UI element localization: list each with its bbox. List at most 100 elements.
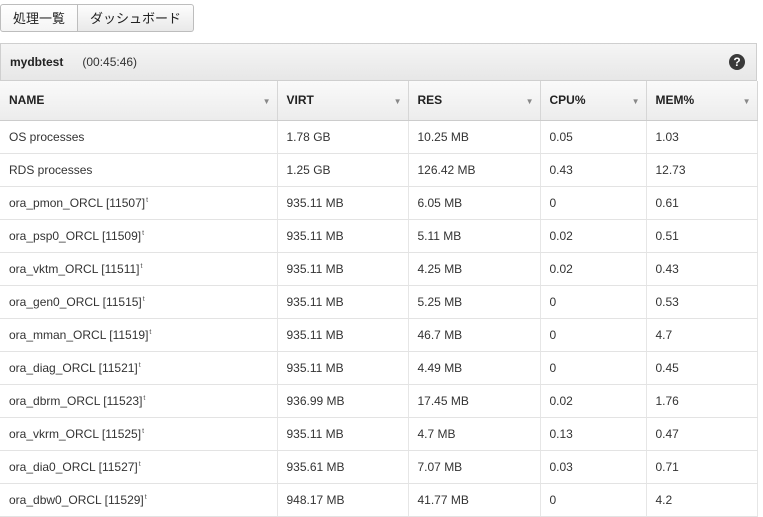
column-header-name[interactable]: NAME ▼ (0, 81, 278, 121)
column-header-mem[interactable]: MEM% ▼ (646, 81, 758, 121)
process-name-cell: ora_gen0_ORCL [11515]t (0, 285, 278, 319)
virt-cell: 935.61 MB (277, 450, 409, 484)
cpu-cell: 0.02 (540, 219, 647, 253)
column-header-res[interactable]: RES ▼ (408, 81, 541, 121)
cpu-cell: 0.03 (540, 450, 647, 484)
res-cell-text: 46.7 MB (417, 327, 463, 342)
tab-dashboard[interactable]: ダッシュボード (78, 4, 195, 32)
table-row[interactable]: OS processes 1.78 GB 10.25 MB 0.05 1.03 (0, 120, 758, 154)
cpu-cell-text: 0.05 (549, 129, 573, 144)
virt-cell-text: 935.11 MB (286, 294, 344, 309)
cpu-cell: 0.13 (540, 417, 647, 451)
res-cell: 126.42 MB (408, 153, 541, 187)
cpu-cell-text: 0 (549, 327, 557, 342)
process-name-cell-text: ora_gen0_ORCL [11515] (9, 294, 142, 309)
table-row[interactable]: ora_dbrm_ORCL [11523]t 936.99 MB 17.45 MB 0… (0, 384, 758, 418)
cpu-cell-text: 0.02 (549, 393, 573, 408)
process-name-cell: ora_pmon_ORCL [11507]t (0, 186, 278, 220)
mem-cell-text: 0.43 (655, 261, 679, 276)
cpu-cell-text: 0.13 (549, 426, 573, 441)
cpu-cell: 0.02 (540, 252, 647, 286)
mem-cell-text: 0.51 (655, 228, 679, 243)
mem-cell-text: 1.76 (655, 393, 679, 408)
cpu-cell: 0 (540, 318, 647, 352)
mem-cell-text: 0.47 (655, 426, 679, 441)
process-name-cell-text: OS processes (9, 129, 85, 144)
virt-cell-text: 935.11 MB (286, 327, 344, 342)
tab-process-list[interactable]: 処理一覧 (0, 4, 79, 32)
mem-cell-text: 0.53 (655, 294, 679, 309)
table-row[interactable]: ora_gen0_ORCL [11515]t 935.11 MB 5.25 MB 0 0… (0, 285, 758, 319)
help-icon[interactable]: ? (729, 54, 745, 70)
res-cell-text: 10.25 MB (417, 129, 469, 144)
process-mark: t (144, 493, 147, 501)
process-mark: t (138, 460, 141, 468)
mem-cell-text: 1.03 (655, 129, 679, 144)
cpu-cell-text: 0.02 (549, 261, 573, 276)
table-row[interactable]: ora_pmon_ORCL [11507]t 935.11 MB 6.05 MB 0 0… (0, 186, 758, 220)
virt-cell: 935.11 MB (277, 351, 409, 385)
process-name-cell: ora_dbrm_ORCL [11523]t (0, 384, 278, 418)
process-mark: t (149, 328, 152, 336)
table-row[interactable]: ora_mman_ORCL [11519]t 935.11 MB 46.7 MB 0 4… (0, 318, 758, 352)
res-cell-text: 126.42 MB (417, 162, 476, 177)
mem-cell-text: 4.7 (655, 327, 673, 342)
res-cell: 5.11 MB (408, 219, 541, 253)
cpu-cell: 0.43 (540, 153, 647, 187)
table-row[interactable]: ora_psp0_ORCL [11509]t 935.11 MB 5.11 MB 0.… (0, 219, 758, 253)
virt-cell-text: 935.61 MB (286, 459, 345, 474)
process-mark: t (140, 262, 143, 270)
res-cell-text: 5.11 MB (417, 228, 462, 243)
res-cell: 4.7 MB (408, 417, 541, 451)
mem-cell: 12.73 (646, 153, 758, 187)
mem-cell: 0.71 (646, 450, 758, 484)
process-mark: t (146, 196, 149, 204)
table-row[interactable]: ora_vktm_ORCL [11511]t 935.11 MB 4.25 MB 0.… (0, 252, 758, 286)
tab-bar: 処理一覧 ダッシュボード (0, 4, 195, 32)
process-table: NAME ▼ VIRT ▼ RES ▼ CPU% ▼ MEM% ▼ OS processe… (0, 81, 758, 517)
process-name-cell: ora_mman_ORCL [11519]t (0, 318, 278, 352)
res-cell: 5.25 MB (408, 285, 541, 319)
res-cell: 46.7 MB (408, 318, 541, 352)
table-row[interactable]: ora_vkrm_ORCL [11525]t 935.11 MB 4.7 MB 0.1… (0, 417, 758, 451)
sort-arrow-icon: ▼ (262, 97, 271, 106)
mem-cell: 4.7 (646, 318, 758, 352)
res-cell-text: 17.45 MB (417, 393, 469, 408)
cpu-cell-text: 0.02 (549, 228, 573, 243)
virt-cell-text: 935.11 MB (286, 228, 344, 243)
virt-cell: 1.78 GB (277, 120, 409, 154)
virt-cell-text: 1.25 GB (286, 162, 331, 177)
cpu-cell-text: 0.43 (549, 162, 573, 177)
mem-cell: 0.43 (646, 252, 758, 286)
mem-cell: 0.45 (646, 351, 758, 385)
column-header-cpu[interactable]: CPU% ▼ (540, 81, 647, 121)
process-name-cell-text: ora_psp0_ORCL [11509] (9, 228, 142, 243)
table-row[interactable]: ora_dia0_ORCL [11527]t 935.61 MB 7.07 MB 0.… (0, 450, 758, 484)
mem-cell: 0.51 (646, 219, 758, 253)
virt-cell: 935.11 MB (277, 417, 409, 451)
res-cell: 4.49 MB (408, 351, 541, 385)
table-row[interactable]: RDS processes 1.25 GB 126.42 MB 0.43 12.73 (0, 153, 758, 187)
process-name-cell-text: RDS processes (9, 162, 93, 177)
sort-arrow-icon: ▼ (742, 97, 751, 106)
res-cell-text: 6.05 MB (417, 195, 463, 210)
mem-cell-text: 0.45 (655, 360, 679, 375)
res-cell: 4.25 MB (408, 252, 541, 286)
process-name-cell-text: ora_diag_ORCL [11521] (9, 360, 138, 375)
column-header-virt[interactable]: VIRT ▼ (277, 81, 409, 121)
process-name-cell: ora_diag_ORCL [11521]t (0, 351, 278, 385)
process-mark: t (143, 394, 146, 402)
virt-cell: 935.11 MB (277, 219, 409, 253)
mem-cell-text: 0.61 (655, 195, 679, 210)
cpu-cell-text: 0.03 (549, 459, 573, 474)
table-row[interactable]: ora_diag_ORCL [11521]t 935.11 MB 4.49 MB 0 0… (0, 351, 758, 385)
res-cell-text: 4.49 MB (417, 360, 463, 375)
res-cell-text: 5.25 MB (417, 294, 463, 309)
virt-cell: 935.11 MB (277, 318, 409, 352)
process-name-cell-text: ora_pmon_ORCL [11507] (9, 195, 146, 210)
process-name-cell-text: ora_vktm_ORCL [11511] (9, 261, 140, 276)
mem-cell: 0.53 (646, 285, 758, 319)
virt-cell: 936.99 MB (277, 384, 409, 418)
virt-cell-text: 935.11 MB (286, 195, 344, 210)
process-name-cell: OS processes (0, 120, 278, 154)
